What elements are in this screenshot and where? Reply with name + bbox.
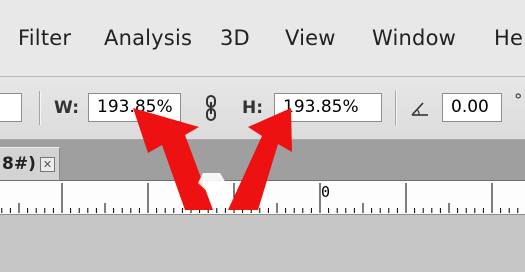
menu-analysis[interactable]: Analysis <box>104 26 192 50</box>
document-tab-bar: 8#) ✕ <box>0 140 525 181</box>
menu-3d[interactable]: 3D <box>220 26 250 50</box>
menu-bar: Filter Analysis 3D View Window Hel <box>0 0 525 77</box>
options-separator <box>395 91 396 125</box>
document-tab[interactable]: 8#) ✕ <box>0 147 60 180</box>
ruler-ticks <box>1 183 519 213</box>
ruler-zero-label: 0 <box>321 183 331 201</box>
close-icon[interactable]: ✕ <box>40 157 55 172</box>
angle-icon <box>410 101 430 117</box>
reference-point-field[interactable] <box>0 93 22 122</box>
width-input[interactable]: 193.85% <box>88 93 181 122</box>
link-icon[interactable] <box>205 95 217 121</box>
menu-filter[interactable]: Filter <box>18 26 71 50</box>
document-tab-label: 8#) <box>2 154 36 174</box>
options-bar: W: 193.85% H: 193.85% 0.00 ° <box>0 77 525 140</box>
height-label: H: <box>242 98 264 118</box>
menu-view[interactable]: View <box>285 26 336 50</box>
height-input[interactable]: 193.85% <box>274 93 382 122</box>
degree-symbol: ° <box>514 91 523 111</box>
width-label: W: <box>54 98 80 118</box>
canvas-area <box>0 215 525 272</box>
horizontal-ruler: 0 <box>0 181 525 215</box>
options-separator <box>39 91 40 125</box>
menu-window[interactable]: Window <box>372 26 456 50</box>
menu-help[interactable]: Hel <box>494 26 525 50</box>
angle-input[interactable]: 0.00 <box>442 93 502 122</box>
